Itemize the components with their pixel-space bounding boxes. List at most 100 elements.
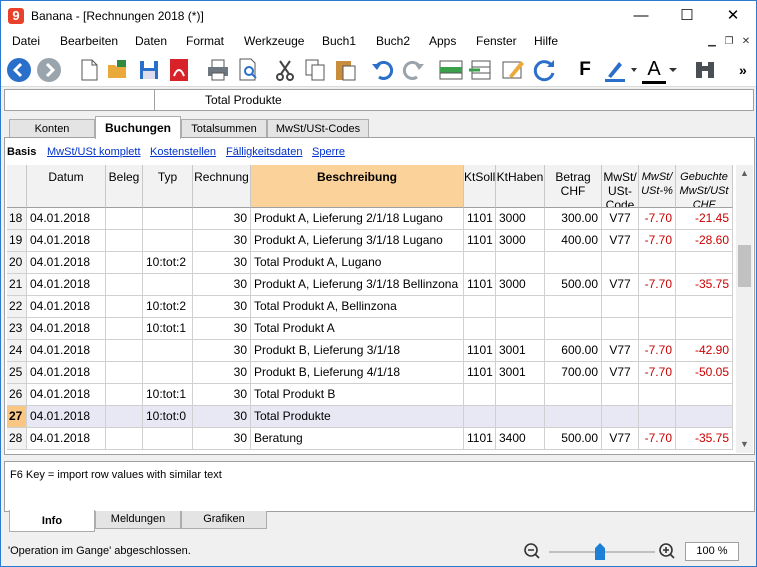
cell-ktsoll[interactable] [464, 318, 496, 340]
binoculars-icon[interactable] [691, 56, 719, 84]
column-header-gebuchte-mwst[interactable]: Gebuchte MwSt/USt CHF [676, 165, 733, 208]
cell-ktsoll[interactable]: 1101 [464, 230, 496, 252]
cell-ktsoll[interactable]: 1101 [464, 208, 496, 230]
menu-fenster[interactable]: Fenster [476, 34, 517, 48]
cell-beschreibung[interactable]: Produkt B, Lieferung 3/1/18 [251, 340, 464, 362]
cell-datum[interactable]: 04.01.2018 [27, 296, 106, 318]
scroll-up-icon[interactable]: ▲ [736, 165, 753, 182]
cell-typ[interactable]: 10:tot:1 [143, 384, 193, 406]
cell-ktsoll[interactable]: 1101 [464, 340, 496, 362]
cell-betrag[interactable]: 500.00 [545, 428, 602, 450]
cell-pct[interactable]: -7.70 [639, 362, 676, 384]
cell-typ[interactable] [143, 362, 193, 384]
column-header-mwst-pct[interactable]: MwSt/ USt-% [639, 165, 676, 208]
cell-betrag[interactable]: 400.00 [545, 230, 602, 252]
row-number[interactable]: 22 [7, 296, 27, 318]
cell-gebucht[interactable] [676, 318, 733, 340]
row-number[interactable]: 20 [7, 252, 27, 274]
menu-buch1[interactable]: Buch1 [322, 34, 356, 48]
cell-beschreibung[interactable]: Produkt A, Lieferung 3/1/18 Bellinzona [251, 274, 464, 296]
paste-icon[interactable] [331, 56, 359, 84]
cell-datum[interactable]: 04.01.2018 [27, 406, 106, 428]
bold-icon[interactable]: F [571, 56, 599, 84]
cell-betrag[interactable] [545, 296, 602, 318]
cell-kthaben[interactable]: 3001 [496, 362, 545, 384]
cell-kthaben[interactable] [496, 406, 545, 428]
cell-beleg[interactable] [106, 384, 143, 406]
menu-format[interactable]: Format [186, 34, 224, 48]
cell-kthaben[interactable]: 3001 [496, 340, 545, 362]
cell-typ[interactable] [143, 208, 193, 230]
cell-typ[interactable] [143, 340, 193, 362]
cell-gebucht[interactable]: -35.75 [676, 274, 733, 296]
cell-code[interactable]: V77 [602, 428, 639, 450]
cell-rechnung[interactable]: 30 [193, 230, 251, 252]
view-sperre[interactable]: Sperre [312, 146, 345, 158]
vertical-scrollbar[interactable]: ▲ ▼ [736, 165, 753, 453]
edit-icon[interactable] [499, 56, 527, 84]
view-faelligkeitsdaten[interactable]: Fälligkeitsdaten [226, 146, 302, 158]
cell-ktsoll[interactable]: 1101 [464, 274, 496, 296]
insert-row-icon[interactable] [467, 56, 495, 84]
cell-beleg[interactable] [106, 230, 143, 252]
cell-beschreibung[interactable]: Total Produkt B [251, 384, 464, 406]
cell-kthaben[interactable]: 3000 [496, 208, 545, 230]
cell-rechnung[interactable]: 30 [193, 362, 251, 384]
row-number[interactable]: 18 [7, 208, 27, 230]
cell-ktsoll[interactable]: 1101 [464, 362, 496, 384]
cell-datum[interactable]: 04.01.2018 [27, 318, 106, 340]
row-number[interactable]: 27 [7, 406, 27, 428]
new-file-icon[interactable] [75, 56, 103, 84]
row-number[interactable]: 26 [7, 384, 27, 406]
cell-gebucht[interactable]: -42.90 [676, 340, 733, 362]
column-header-ktsoll[interactable]: KtSoll [464, 165, 496, 208]
cell-gebucht[interactable] [676, 296, 733, 318]
cell-datum[interactable]: 04.01.2018 [27, 340, 106, 362]
zoom-out-icon[interactable] [523, 542, 541, 560]
cut-icon[interactable] [271, 56, 299, 84]
row-number[interactable]: 19 [7, 230, 27, 252]
open-folder-icon[interactable] [104, 56, 132, 84]
cell-rechnung[interactable]: 30 [193, 406, 251, 428]
cell-pct[interactable] [639, 318, 676, 340]
menu-apps[interactable]: Apps [429, 34, 456, 48]
cell-beschreibung[interactable]: Beratung [251, 428, 464, 450]
tab-mwst-ust-codes[interactable]: MwSt/USt-Codes [267, 119, 369, 138]
cell-datum[interactable]: 04.01.2018 [27, 384, 106, 406]
cell-gebucht[interactable] [676, 406, 733, 428]
cell-beleg[interactable] [106, 340, 143, 362]
cell-datum[interactable]: 04.01.2018 [27, 428, 106, 450]
cell-datum[interactable]: 04.01.2018 [27, 208, 106, 230]
toolbar-overflow-icon[interactable]: » [739, 56, 753, 84]
tab-konten[interactable]: Konten [9, 119, 95, 138]
cell-rechnung[interactable]: 30 [193, 296, 251, 318]
row-number[interactable]: 23 [7, 318, 27, 340]
column-header-betrag[interactable]: Betrag CHF [545, 165, 602, 208]
table-row[interactable]: 19 04.01.2018 30 Produkt A, Lieferung 3/1/1… [7, 230, 733, 252]
table-row[interactable]: 18 04.01.2018 30 Produkt A, Lieferung 2/1/1… [7, 208, 733, 230]
column-header-beschreibung[interactable]: Beschreibung [251, 165, 464, 208]
cell-beleg[interactable] [106, 318, 143, 340]
cell-code[interactable]: V77 [602, 208, 639, 230]
cell-beschreibung[interactable]: Total Produkte [251, 406, 464, 428]
cell-typ[interactable] [143, 274, 193, 296]
back-icon[interactable] [5, 56, 33, 84]
cell-datum[interactable]: 04.01.2018 [27, 362, 106, 384]
cell-datum[interactable]: 04.01.2018 [27, 230, 106, 252]
menu-hilfe[interactable]: Hilfe [534, 34, 558, 48]
menu-datei[interactable]: Datei [12, 34, 40, 48]
table-row[interactable]: 26 04.01.2018 10:tot:1 30 Total Produkt B [7, 384, 733, 406]
maximize-button[interactable]: ☐ [664, 1, 710, 31]
cell-code[interactable] [602, 406, 639, 428]
cell-pct[interactable]: -7.70 [639, 428, 676, 450]
mdi-restore-icon[interactable]: ❐ [722, 35, 736, 49]
cell-gebucht[interactable]: -28.60 [676, 230, 733, 252]
cell-typ[interactable]: 10:tot:1 [143, 318, 193, 340]
menu-bearbeiten[interactable]: Bearbeiten [60, 34, 118, 48]
cell-betrag[interactable]: 600.00 [545, 340, 602, 362]
cell-code[interactable]: V77 [602, 340, 639, 362]
cell-reference-field[interactable] [5, 90, 155, 110]
cell-code[interactable]: V77 [602, 274, 639, 296]
tab-buchungen[interactable]: Buchungen [95, 116, 181, 139]
undo-icon[interactable] [369, 56, 397, 84]
